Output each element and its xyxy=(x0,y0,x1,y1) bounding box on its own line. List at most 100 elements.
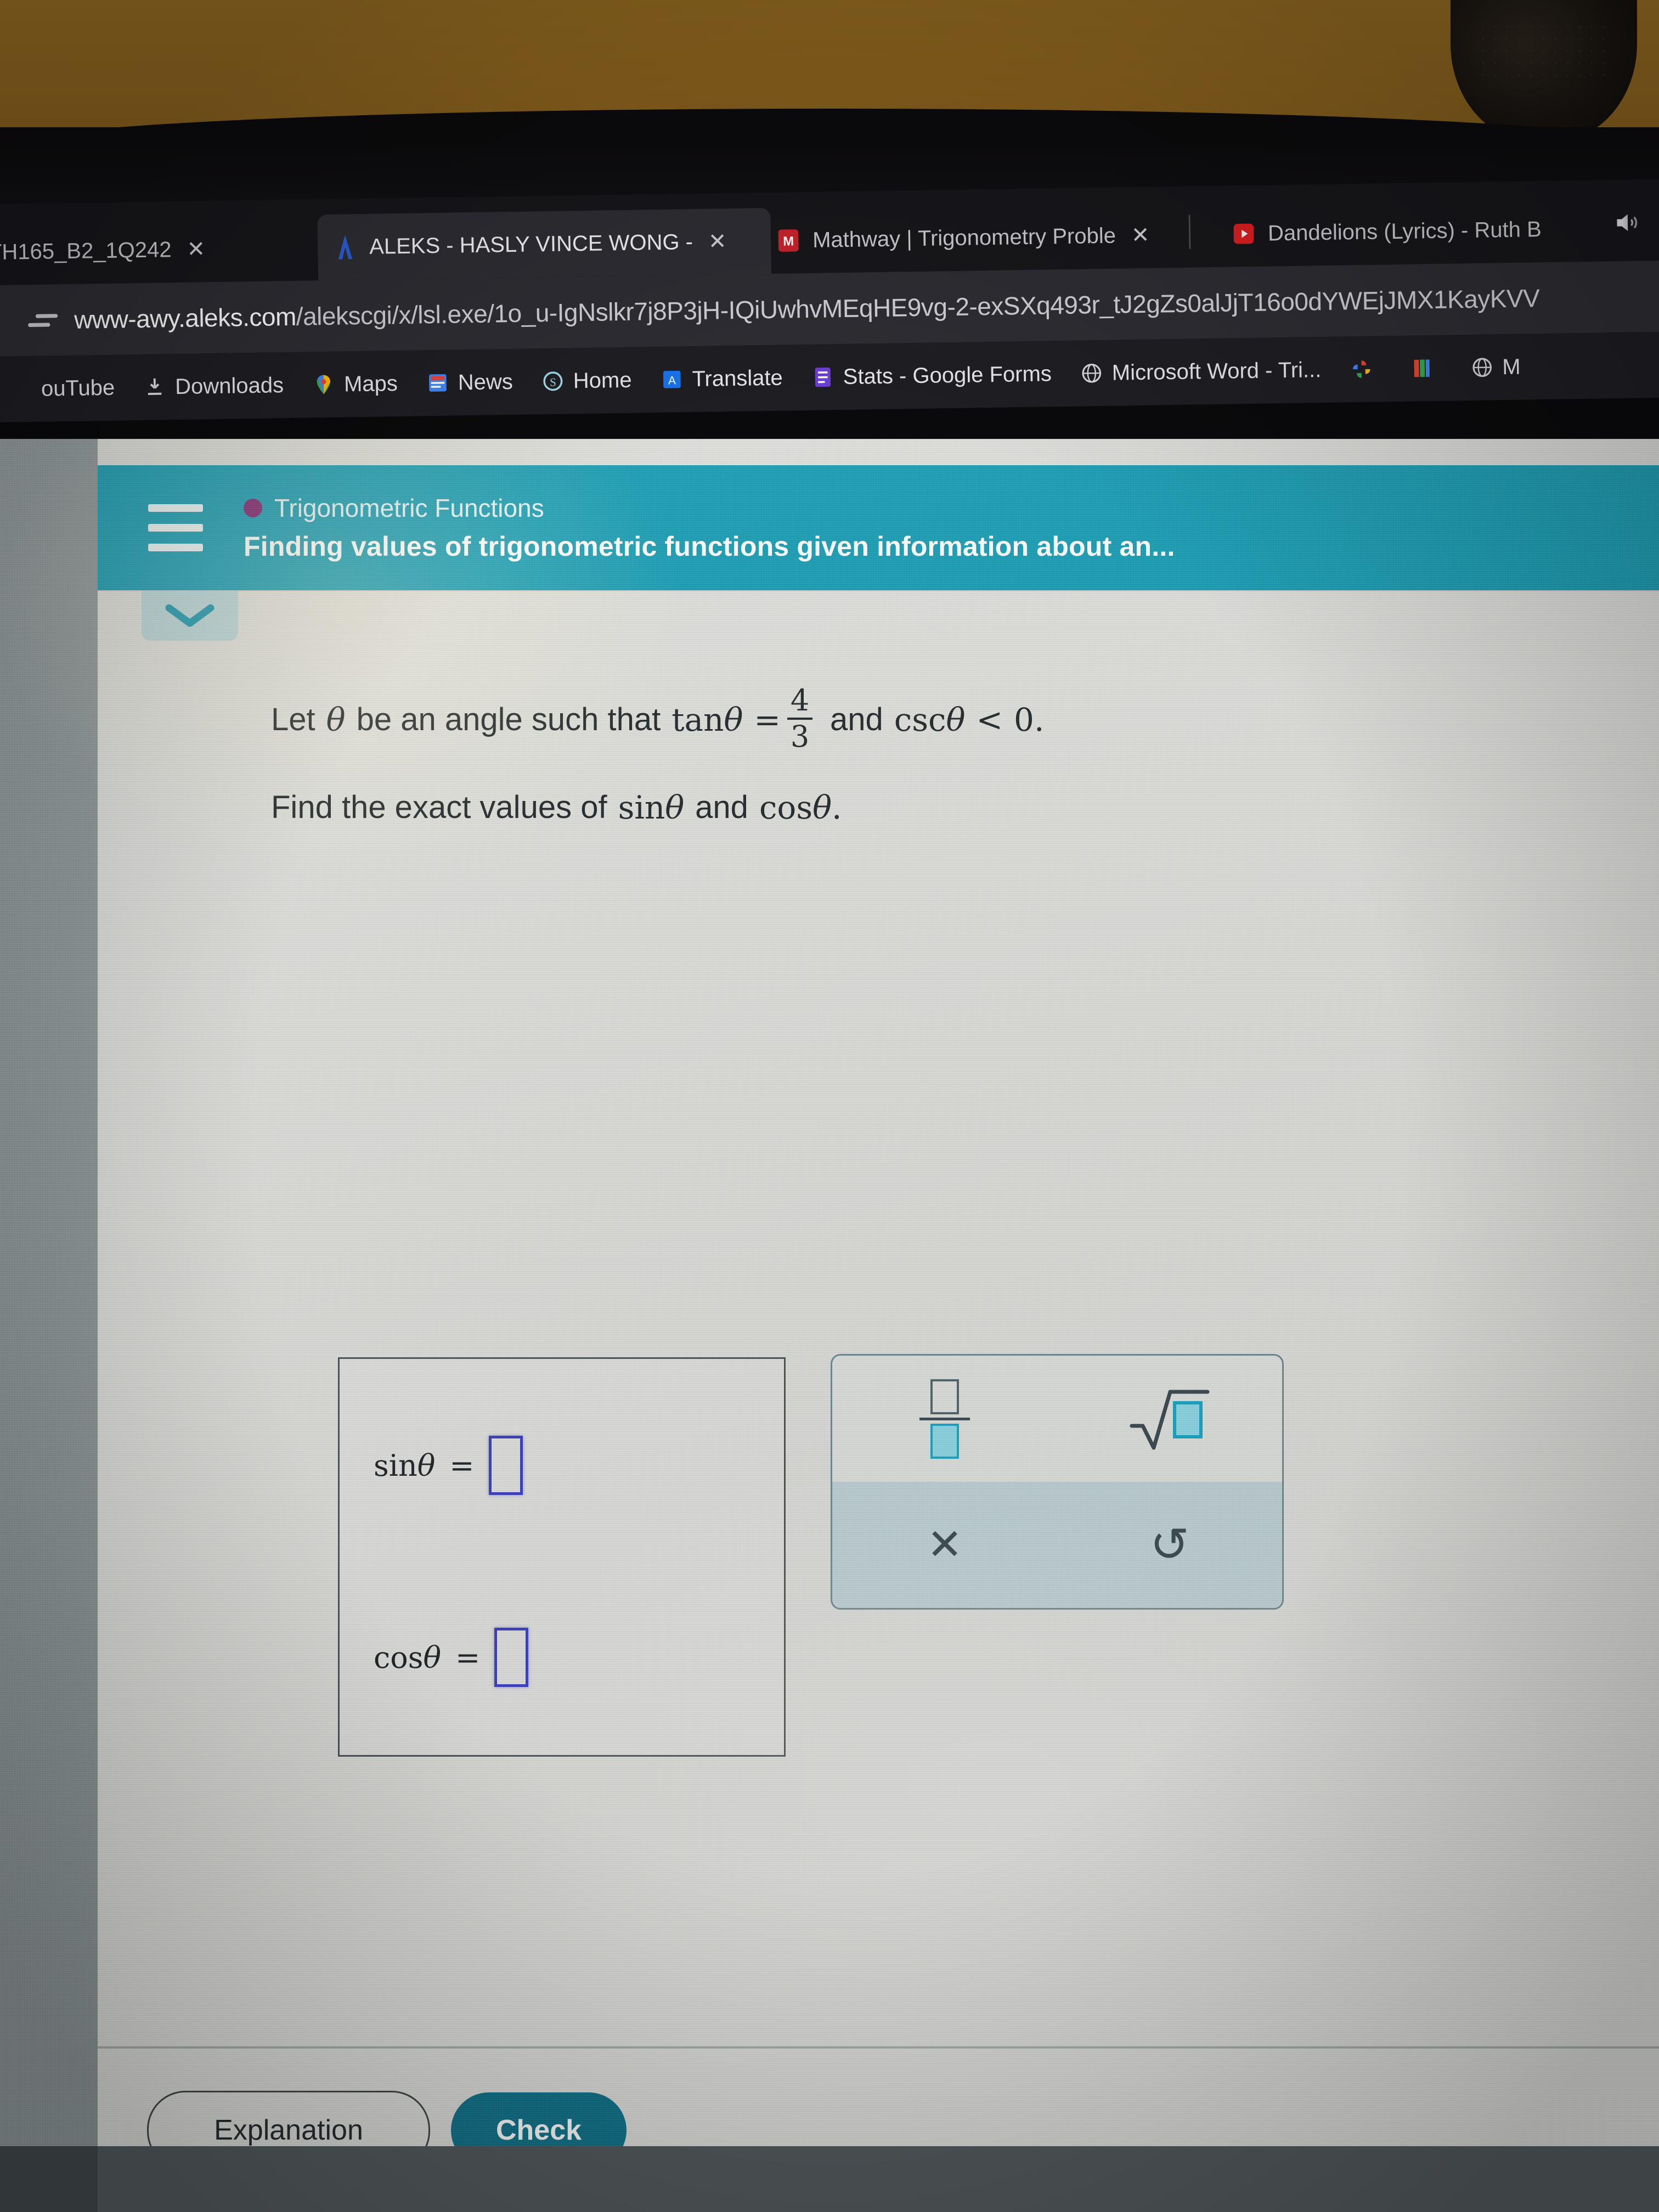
close-icon[interactable]: ✕ xyxy=(187,236,205,262)
math-keypad-palette: ✕ ↺ xyxy=(831,1354,1284,1610)
fraction-four-thirds: 4 3 xyxy=(787,686,812,752)
problem-statement: Let θ be an angle such that tanθ = 4 3 xyxy=(271,686,1478,825)
speaker-grille-texture xyxy=(1476,21,1611,87)
bookmark-translate[interactable]: A Translate xyxy=(646,365,797,392)
clear-button[interactable]: ✕ xyxy=(832,1482,1057,1608)
bookmark-maps[interactable]: Maps xyxy=(298,371,412,397)
bookmark-downloads[interactable]: Downloads xyxy=(129,373,298,400)
close-icon[interactable]: ✕ xyxy=(1131,223,1150,248)
browser-tab-4[interactable]: Dandelions (Lyrics) - Ruth B xyxy=(1216,195,1654,267)
theta-symbol: θ xyxy=(665,789,685,826)
bookmark-slides[interactable] xyxy=(1396,356,1457,380)
url-host: www-awy.aleks.com xyxy=(74,302,297,334)
cos-label: cosθ xyxy=(374,1640,441,1675)
address-bar[interactable]: www-awy.aleks.com/alekscgi/x/lsl.exe/1o_… xyxy=(74,283,1540,335)
problem-text-find: Find the exact values of xyxy=(271,789,607,825)
fraction-icon xyxy=(919,1379,970,1459)
bookmark-photos[interactable] xyxy=(1335,357,1396,381)
theta-symbol: θ xyxy=(946,701,966,738)
less-than-symbol: < xyxy=(976,701,1003,738)
page-viewport: Trigonometric Functions Finding values o… xyxy=(0,439,1659,2212)
monitor-bottom-bezel xyxy=(0,2146,1659,2212)
bookmark-youtube[interactable]: ouTube xyxy=(0,375,129,402)
svg-text:A: A xyxy=(668,374,675,387)
cos-symbol: cos xyxy=(759,789,813,826)
header-text-group: Trigonometric Functions Finding values o… xyxy=(244,493,1175,562)
fraction-button[interactable] xyxy=(832,1356,1057,1482)
bookmark-microsoft-word[interactable]: Microsoft Word - Tri... xyxy=(1065,357,1335,386)
mathway-icon: M xyxy=(778,229,799,252)
equals-symbol: = xyxy=(449,1448,475,1483)
tab-audio-icon[interactable] xyxy=(1612,208,1641,237)
fraction-numerator: 4 xyxy=(790,683,810,718)
problem-text-and: and xyxy=(830,701,883,737)
sin-answer-input[interactable] xyxy=(488,1436,523,1495)
answer-entry-box: sinθ = cosθ = xyxy=(338,1357,786,1757)
hamburger-menu-icon[interactable] xyxy=(148,504,203,551)
tab-title: ALEKS - HASLY VINCE WONG - xyxy=(369,229,693,259)
news-icon xyxy=(428,374,447,392)
sin-symbol: sin xyxy=(618,789,665,826)
photos-icon xyxy=(1352,360,1370,378)
word-globe-icon xyxy=(1082,363,1102,383)
browser-tab-1[interactable]: nt / MATH165_B2_1Q242 ✕ xyxy=(0,215,276,286)
answer-row-sin: sinθ = xyxy=(374,1436,523,1495)
aleks-icon xyxy=(338,235,353,259)
problem-line-2: Find the exact values of sin θ and cos θ. xyxy=(271,791,1478,825)
page-title: Finding values of trigonometric function… xyxy=(244,531,1175,562)
equals-symbol: = xyxy=(754,701,781,738)
close-icon[interactable]: ✕ xyxy=(708,229,727,254)
site-settings-icon[interactable] xyxy=(26,303,60,337)
zero-value: 0. xyxy=(1014,701,1045,738)
palette-row-bottom: ✕ ↺ xyxy=(832,1482,1282,1608)
answer-row-cos: cosθ = xyxy=(374,1628,529,1687)
bookmark-news[interactable]: News xyxy=(411,369,527,396)
translate-icon: A xyxy=(663,370,681,388)
aleks-page: Trigonometric Functions Finding values o… xyxy=(98,439,1659,2212)
topic-label: Trigonometric Functions xyxy=(274,494,544,522)
tan-symbol: tan xyxy=(672,701,724,738)
cos-answer-input[interactable] xyxy=(494,1628,529,1687)
undo-button[interactable]: ↺ xyxy=(1057,1482,1282,1608)
bookmark-label: Home xyxy=(573,368,632,393)
chevron-down-icon xyxy=(165,604,215,627)
youtube-icon xyxy=(9,377,33,401)
bookmark-home[interactable]: S Home xyxy=(527,368,646,394)
home-s-icon: S xyxy=(543,371,563,391)
square-root-button[interactable] xyxy=(1057,1356,1282,1482)
problem-text-b: be an angle such that xyxy=(356,701,661,737)
problem-line-1: Let θ be an angle such that tanθ = 4 3 xyxy=(271,686,1478,753)
youtube-icon xyxy=(1233,223,1254,244)
download-icon xyxy=(148,378,162,395)
bezel-left-edge xyxy=(0,2146,98,2212)
bookmark-label: Microsoft Word - Tri... xyxy=(1111,357,1322,385)
browser-tab-2-active[interactable]: ALEKS - HASLY VINCE WONG - ✕ xyxy=(317,207,772,281)
topic-bullet-icon xyxy=(244,499,262,517)
bookmark-label: Downloads xyxy=(174,373,284,399)
collapse-panel-toggle[interactable] xyxy=(142,590,238,641)
sin-label: sinθ xyxy=(374,1448,436,1483)
tab-title: Mathway | Trigonometry Proble xyxy=(812,223,1116,252)
theta-symbol: θ xyxy=(724,701,743,738)
bookmark-label: Stats - Google Forms xyxy=(843,361,1052,389)
screenshot-root: nt / MATH165_B2_1Q242 ✕ ALEKS - HASLY VI… xyxy=(0,0,1659,2212)
theta-symbol: θ xyxy=(326,701,346,738)
undo-arrow-icon: ↺ xyxy=(1149,1517,1190,1572)
browser-tab-3[interactable]: M Mathway | Trigonometry Proble ✕ xyxy=(760,201,1209,274)
bookmark-word-2[interactable]: M xyxy=(1456,354,1535,380)
tab-title: Dandelions (Lyrics) - Ruth B xyxy=(1267,217,1542,246)
svg-text:S: S xyxy=(550,376,556,389)
bookmark-stats-google-forms[interactable]: Stats - Google Forms xyxy=(797,362,1066,390)
header-topic-row: Trigonometric Functions xyxy=(244,493,1175,523)
problem-text-a: Let xyxy=(271,701,315,737)
bookmark-label: ouTube xyxy=(41,375,115,401)
bookmark-label: M xyxy=(1502,354,1521,379)
bookmark-label: Maps xyxy=(343,371,398,397)
forms-icon xyxy=(815,367,831,387)
fraction-denominator: 3 xyxy=(790,719,810,754)
aleks-header-bar: Trigonometric Functions Finding values o… xyxy=(98,465,1659,590)
close-icon: ✕ xyxy=(927,1520,963,1570)
theta-symbol: θ xyxy=(812,789,832,826)
slides-icon xyxy=(1414,359,1430,377)
csc-symbol: csc xyxy=(894,701,946,738)
